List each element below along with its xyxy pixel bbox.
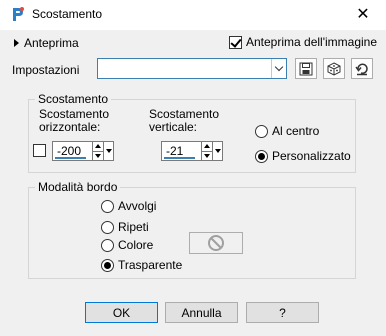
vertical-offset-spin-buttons[interactable] [202, 141, 213, 161]
wrap-radio-label: Avvolgi [118, 199, 157, 213]
dropper-icon [105, 149, 112, 153]
color-swatch[interactable] [189, 232, 243, 254]
help-button-label: ? [279, 305, 286, 320]
cancel-button-label: Annulla [181, 305, 222, 320]
live-preview-checkbox[interactable]: Anteprima dell'immagine [229, 35, 377, 49]
transparent-radio-option[interactable]: Trasparente [101, 258, 182, 272]
chevron-down-icon [274, 62, 284, 72]
transparent-radio-label: Trasparente [118, 258, 183, 272]
wrap-radio[interactable] [101, 199, 114, 213]
ok-button-label: OK [112, 305, 131, 320]
vertical-offset-slider-bar[interactable] [164, 157, 195, 159]
color-radio-label: Colore [118, 238, 154, 252]
link-offsets-checkbox[interactable] [33, 144, 46, 157]
live-preview-label: Anteprima dell'immagine [246, 35, 378, 49]
window-title: Scostamento [32, 7, 103, 21]
vertical-offset-slider-button[interactable] [213, 141, 223, 161]
custom-radio[interactable] [255, 149, 268, 163]
cancel-button[interactable]: Annulla [165, 302, 238, 323]
no-color-icon [208, 235, 224, 251]
presets-dropdown[interactable] [97, 58, 287, 79]
offset-group-title: Scostamento [35, 92, 112, 106]
horizontal-offset-label-line2: orizzontale: [39, 120, 101, 134]
reset-icon [355, 63, 368, 75]
color-radio-option[interactable]: Colore [101, 238, 153, 252]
vertical-offset-label: Scostamento verticale: [149, 108, 219, 134]
randomize-button[interactable] [323, 58, 345, 79]
wrap-radio-option[interactable]: Avvolgi [101, 199, 156, 213]
spin-down-icon [204, 153, 210, 158]
spin-up-icon [204, 144, 210, 149]
close-icon: ✕ [356, 6, 370, 23]
horizontal-offset-slider-bar[interactable] [55, 157, 86, 159]
horizontal-offset-label: Scostamento orizzontale: [39, 108, 109, 134]
horizontal-offset-slider-button[interactable] [104, 141, 114, 161]
ok-button[interactable]: OK [85, 302, 158, 323]
horizontal-offset-down[interactable] [93, 150, 103, 161]
custom-radio-option[interactable]: Personalizzato [255, 149, 351, 163]
horizontal-offset-up[interactable] [93, 142, 103, 151]
randomize-icon [327, 61, 341, 76]
repeat-radio-label: Ripeti [118, 220, 149, 234]
vertical-offset-stepper[interactable]: -21 [161, 141, 223, 161]
repeat-radio[interactable] [101, 220, 114, 234]
app-icon [10, 6, 26, 22]
presets-dropdown-arrow[interactable] [271, 59, 286, 78]
edge-mode-group-title: Modalità bordo [35, 180, 121, 194]
spin-down-icon [95, 153, 101, 158]
horizontal-offset-value: -200 [57, 144, 82, 158]
disclosure-triangle-icon [14, 39, 19, 47]
vertical-offset-input[interactable]: -21 [161, 141, 202, 161]
center-radio-option[interactable]: Al centro [255, 124, 319, 138]
repeat-radio-option[interactable]: Ripeti [101, 220, 149, 234]
spin-up-icon [95, 144, 101, 149]
horizontal-offset-spin-buttons[interactable] [93, 141, 104, 161]
center-radio-label: Al centro [272, 124, 320, 138]
dropper-icon [214, 149, 221, 153]
presets-label: Impostazioni [12, 63, 80, 77]
horizontal-offset-stepper[interactable]: -200 [52, 141, 114, 161]
vertical-offset-value: -21 [166, 144, 184, 158]
save-icon [299, 62, 313, 75]
close-button[interactable]: ✕ [348, 4, 378, 26]
save-preset-button[interactable] [295, 58, 317, 79]
live-preview-check[interactable] [229, 35, 242, 49]
custom-radio-label: Personalizzato [272, 149, 351, 163]
preview-toggle-label: Anteprima [24, 36, 79, 50]
horizontal-offset-input[interactable]: -200 [52, 141, 93, 161]
reset-button[interactable] [351, 58, 373, 79]
vertical-offset-up[interactable] [202, 142, 212, 151]
transparent-radio[interactable] [101, 258, 114, 272]
center-radio[interactable] [255, 124, 268, 138]
help-button[interactable]: ? [246, 302, 319, 323]
color-radio[interactable] [101, 238, 114, 252]
vertical-offset-down[interactable] [202, 150, 212, 161]
vertical-offset-label-line2: verticale: [149, 120, 198, 134]
preview-toggle[interactable]: Anteprima [14, 36, 79, 50]
